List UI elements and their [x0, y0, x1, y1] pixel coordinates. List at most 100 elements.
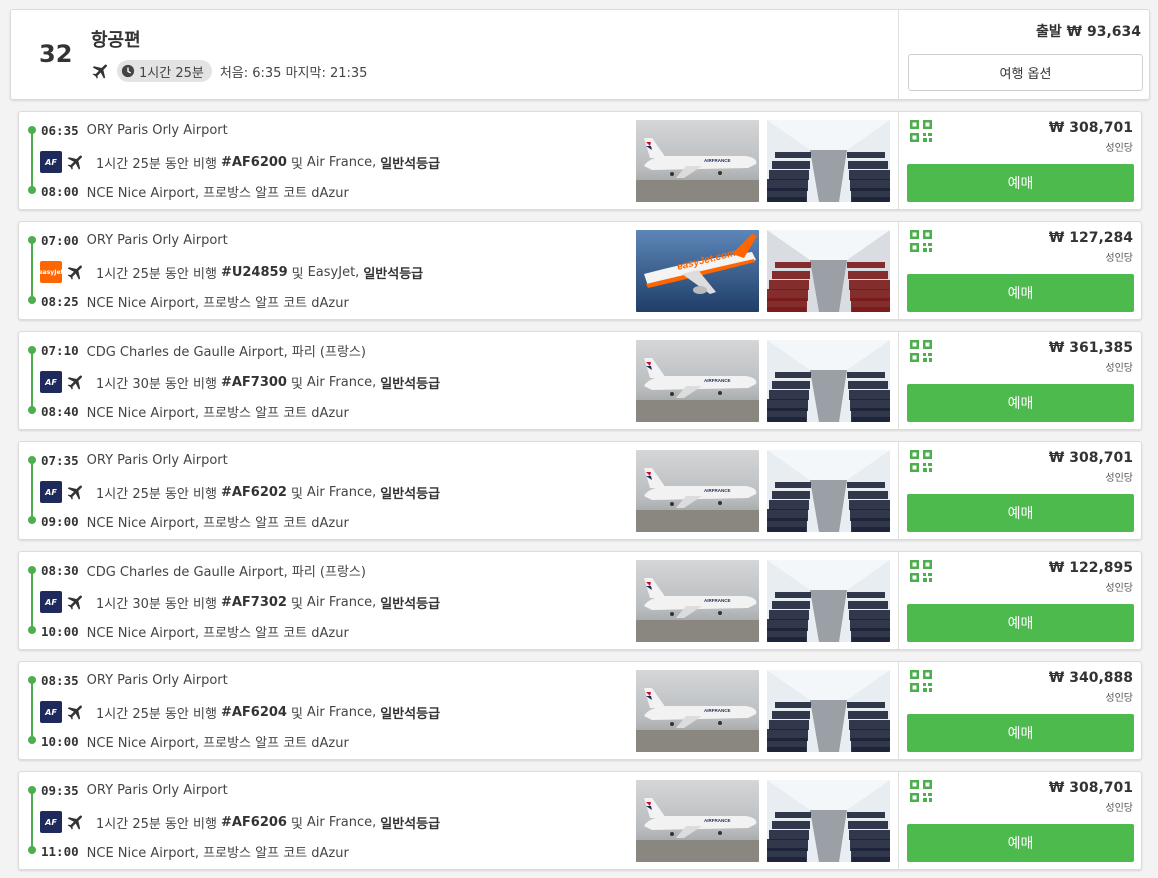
departure-time: 08:30 — [41, 562, 79, 578]
svg-text:AIRFRANCE: AIRFRANCE — [704, 818, 731, 823]
departure-time: 06:35 — [41, 122, 79, 138]
flight-duration: 1시간 25분 동안 비행 — [96, 266, 217, 282]
duration-pill: 1시간 25분 — [117, 60, 212, 82]
departure-row: 07:00 ORY Paris Orly Airport — [41, 230, 228, 250]
aircraft-photo[interactable]: AIRFRANCE — [636, 670, 759, 752]
departure-airport: ORY Paris Orly Airport — [86, 782, 228, 798]
book-button[interactable]: 예매 — [907, 604, 1134, 642]
plane-icon — [67, 375, 82, 390]
route-timeline — [28, 456, 36, 524]
cabin-class: 일반석등급 — [380, 486, 441, 502]
flight-details-row: AF 1시간 30분 동안 비행 #AF7300 및 Air France, 일… — [40, 370, 444, 394]
cabin-class: 일반석등급 — [363, 266, 424, 282]
departure-airport: ORY Paris Orly Airport — [86, 672, 228, 688]
book-button[interactable]: 예매 — [907, 274, 1134, 312]
cabin-photo[interactable] — [767, 780, 890, 862]
book-button[interactable]: 예매 — [907, 714, 1134, 752]
cabin-class: 일반석등급 — [380, 156, 441, 172]
conjunction: 및 — [291, 266, 304, 282]
qr-code-icon[interactable] — [910, 780, 932, 802]
fare-price: ₩ 340,888 — [1048, 670, 1133, 686]
depart-price: 출발 ₩ 93,634 — [1036, 24, 1141, 40]
arrival-time: 09:00 — [41, 513, 79, 529]
flight-details-row: AF 1시간 25분 동안 비행 #AF6206 및 Air France, 일… — [40, 810, 444, 834]
cabin-photo[interactable] — [767, 120, 890, 202]
cabin-class: 일반석등급 — [380, 376, 441, 392]
per-person-label: 성인당 — [1105, 363, 1133, 374]
arrival-time: 11:00 — [41, 843, 79, 859]
departure-time: 07:10 — [41, 342, 79, 358]
flight-number: #AF6202 — [220, 484, 287, 500]
plane-icon — [67, 815, 82, 830]
book-button[interactable]: 예매 — [907, 824, 1134, 862]
plane-icon — [67, 265, 82, 280]
divider — [898, 662, 899, 759]
qr-code-icon[interactable] — [910, 120, 932, 142]
qr-code-icon[interactable] — [910, 340, 932, 362]
arrival-time: 08:25 — [41, 293, 79, 309]
per-person-label: 성인당 — [1105, 253, 1133, 264]
arrival-airport: NCE Nice Airport, 프로방스 알프 코트 dAzur — [86, 735, 349, 751]
departure-airport: CDG Charles de Gaulle Airport, 파리 (프랑스) — [86, 344, 366, 360]
travel-options-button[interactable]: 여행 옵션 — [908, 54, 1143, 91]
arrival-row: 08:40 NCE Nice Airport, 프로방스 알프 코트 dAzur — [41, 401, 349, 421]
divider — [898, 772, 899, 869]
flight-card: 07:10 CDG Charles de Gaulle Airport, 파리 … — [18, 331, 1142, 430]
aircraft-photo[interactable]: AIRFRANCE — [636, 780, 759, 862]
arrival-row: 08:00 NCE Nice Airport, 프로방스 알프 코트 dAzur — [41, 181, 349, 201]
divider — [898, 112, 899, 209]
airline-name: Air France, — [306, 594, 377, 610]
plane-icon — [67, 595, 82, 610]
cabin-photo[interactable] — [767, 230, 890, 312]
cabin-photo[interactable] — [767, 340, 890, 422]
departure-row: 07:10 CDG Charles de Gaulle Airport, 파리 … — [41, 340, 366, 360]
arrival-row: 11:00 NCE Nice Airport, 프로방스 알프 코트 dAzur — [41, 841, 349, 861]
aircraft-photo[interactable]: AIRFRANCE — [636, 120, 759, 202]
summary-meta: 1시간 25분 처음: 6:35 마지막: 21:35 — [91, 59, 367, 83]
flight-number: #AF6204 — [220, 704, 287, 720]
qr-code-icon[interactable] — [910, 230, 932, 252]
flight-card: 06:35 ORY Paris Orly Airport AF 1시간 25분 … — [18, 111, 1142, 210]
airline-logo: AF — [40, 151, 62, 173]
aircraft-photo[interactable]: AIRFRANCE — [636, 560, 759, 642]
summary-title: 항공편 — [91, 30, 141, 51]
first-last-times: 처음: 6:35 마지막: 21:35 — [219, 65, 368, 81]
route-timeline — [28, 346, 36, 414]
departure-time: 09:35 — [41, 782, 79, 798]
cabin-class: 일반석등급 — [380, 816, 441, 832]
airline-name: Air France, — [306, 374, 377, 390]
cabin-photo[interactable] — [767, 670, 890, 752]
book-button[interactable]: 예매 — [907, 494, 1134, 532]
departure-row: 08:30 CDG Charles de Gaulle Airport, 파리 … — [41, 560, 366, 580]
arrival-airport: NCE Nice Airport, 프로방스 알프 코트 dAzur — [86, 185, 349, 201]
conjunction: 및 — [290, 706, 303, 722]
airline-name: Air France, — [306, 154, 377, 170]
flight-details-row: easyJet 1시간 25분 동안 비행 #U24859 및 EasyJet,… — [39, 260, 427, 284]
flight-duration: 1시간 30분 동안 비행 — [96, 376, 217, 392]
departure-airport: ORY Paris Orly Airport — [86, 122, 228, 138]
aircraft-photo[interactable]: AIRFRANCE — [636, 450, 759, 532]
flight-card: 09:35 ORY Paris Orly Airport AF 1시간 25분 … — [18, 771, 1142, 870]
plane-icon — [67, 485, 82, 500]
departure-time: 08:35 — [41, 672, 79, 688]
book-button[interactable]: 예매 — [907, 384, 1134, 422]
airline-logo: AF — [40, 591, 62, 613]
flight-count: 32 — [39, 40, 73, 68]
cabin-photo[interactable] — [767, 560, 890, 642]
cabin-class: 일반석등급 — [380, 706, 441, 722]
conjunction: 및 — [290, 486, 303, 502]
flight-card: 07:35 ORY Paris Orly Airport AF 1시간 25분 … — [18, 441, 1142, 540]
qr-code-icon[interactable] — [910, 450, 932, 472]
aircraft-photo[interactable]: AIRFRANCE — [636, 340, 759, 422]
book-button[interactable]: 예매 — [907, 164, 1134, 202]
departure-row: 08:35 ORY Paris Orly Airport — [41, 670, 228, 690]
svg-text:AIRFRANCE: AIRFRANCE — [704, 488, 731, 493]
plane-icon — [67, 705, 82, 720]
arrival-row: 08:25 NCE Nice Airport, 프로방스 알프 코트 dAzur — [41, 291, 349, 311]
aircraft-photo[interactable]: easyJet.com — [636, 230, 759, 312]
qr-code-icon[interactable] — [910, 670, 932, 692]
qr-code-icon[interactable] — [910, 560, 932, 582]
per-person-label: 성인당 — [1105, 693, 1133, 704]
cabin-photo[interactable] — [767, 450, 890, 532]
airline-logo: AF — [40, 481, 62, 503]
